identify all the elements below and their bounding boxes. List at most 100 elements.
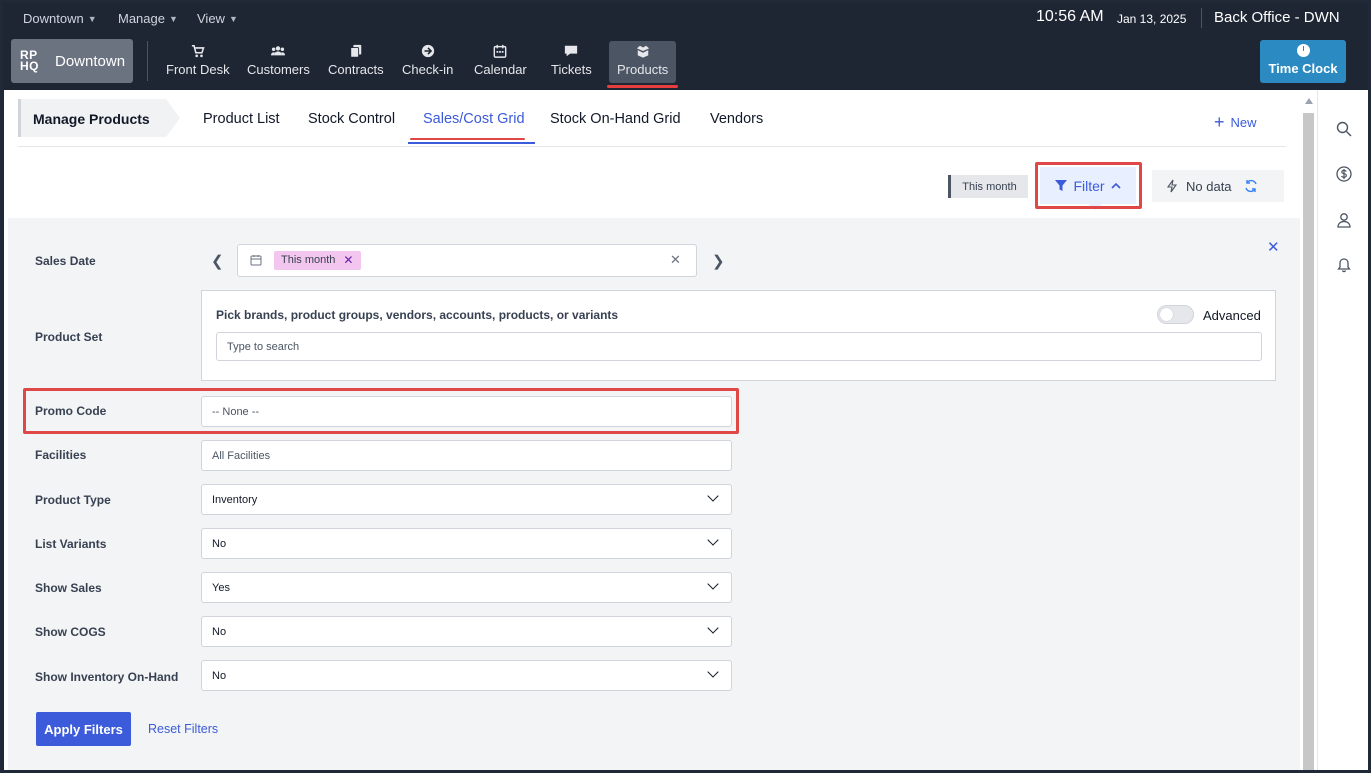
nav-calendar-label: Calendar <box>474 62 527 77</box>
header-divider <box>18 146 1286 147</box>
user-icon[interactable] <box>1336 212 1352 228</box>
chevron-down-icon <box>707 622 719 634</box>
product-set-picker: Pick brands, product groups, vendors, ac… <box>201 290 1276 381</box>
menu-view[interactable]: View ▼ <box>197 11 238 26</box>
tab-stock-on-hand-grid[interactable]: Stock On-Hand Grid <box>550 111 681 127</box>
close-filters-icon[interactable]: ✕ <box>1267 238 1280 256</box>
chevron-down-icon <box>707 666 719 678</box>
show-cogs-label: Show COGS <box>35 625 106 639</box>
documents-icon <box>350 44 362 58</box>
refresh-data-button[interactable]: No data <box>1152 170 1284 202</box>
nav-check-in[interactable]: Check-in <box>402 41 453 83</box>
time-clock-label: Time Clock <box>1268 61 1338 76</box>
cart-icon <box>191 44 205 58</box>
show-inventory-select[interactable]: No <box>201 660 732 691</box>
app-window: Downtown ▼ Manage ▼ View ▼ 10:56 AM Jan … <box>3 3 1368 770</box>
chevron-down-icon <box>707 490 719 502</box>
previous-period-icon[interactable]: ❮ <box>211 252 224 270</box>
nav-calendar[interactable]: Calendar <box>474 41 527 83</box>
users-icon <box>271 46 286 56</box>
product-set-title: Pick brands, product groups, vendors, ac… <box>216 308 619 322</box>
tab-vendors[interactable]: Vendors <box>710 111 763 127</box>
bell-icon[interactable] <box>1336 257 1352 273</box>
page-title-tag: Manage Products <box>18 99 186 137</box>
nav-check-in-label: Check-in <box>402 62 454 77</box>
content-scrollbar-thumb[interactable] <box>1303 113 1314 770</box>
no-data-label: No data <box>1186 178 1232 194</box>
right-rail <box>1317 90 1368 770</box>
page-title: Manage Products <box>33 111 150 127</box>
next-period-icon[interactable]: ❯ <box>712 252 725 270</box>
show-sales-select[interactable]: Yes <box>201 572 732 603</box>
search-icon[interactable] <box>1336 121 1352 137</box>
dollar-icon[interactable] <box>1336 166 1352 182</box>
facilities-field[interactable]: All Facilities <box>201 440 732 471</box>
nav-tickets[interactable]: Tickets <box>551 41 592 83</box>
tab-stock-control[interactable]: Stock Control <box>308 111 395 127</box>
clock-time: 10:56 AM <box>1036 8 1104 25</box>
menu-manage[interactable]: Manage ▼ <box>118 11 178 26</box>
active-nav-underline <box>607 85 679 88</box>
show-inventory-value: No <box>212 669 227 682</box>
sales-date-label: Sales Date <box>35 254 96 268</box>
filter-panel: ✕ Sales Date ❮ This month ✕ ✕ ❯ Product … <box>8 218 1300 770</box>
chevron-down-icon: ▼ <box>87 13 97 24</box>
date-chip-label: This month <box>281 254 336 266</box>
product-type-select[interactable]: Inventory <box>201 484 732 515</box>
office-selector[interactable]: Back Office - DWN <box>1214 9 1340 26</box>
product-type-label: Product Type <box>35 493 111 507</box>
location-switcher[interactable]: RP HQ Downtown <box>11 39 133 83</box>
chevron-down-icon: ▼ <box>228 13 238 24</box>
menu-view-label: View <box>197 11 225 26</box>
date-range-chip: This month ✕ <box>274 251 362 270</box>
active-tab-underline <box>408 142 535 144</box>
clear-date-icon[interactable]: ✕ <box>670 252 681 268</box>
refresh-icon <box>1244 179 1257 193</box>
remove-chip-icon[interactable]: ✕ <box>343 251 353 270</box>
filter-highlight-box <box>1035 162 1142 209</box>
product-type-value: Inventory <box>212 493 258 506</box>
time-clock-button[interactable]: Time Clock <box>1260 40 1346 83</box>
nav-front-desk-label: Front Desk <box>166 62 230 77</box>
reset-filters-link[interactable]: Reset Filters <box>148 722 218 736</box>
tab-highlight-mark <box>410 138 525 140</box>
calendar-icon <box>493 44 507 58</box>
new-product-button[interactable]: + New <box>1214 112 1257 132</box>
logo-line-2: HQ <box>20 59 39 73</box>
clock-icon <box>1296 44 1310 57</box>
nav-contracts[interactable]: Contracts <box>328 41 384 83</box>
facilities-label: Facilities <box>35 448 87 462</box>
plus-icon: + <box>1214 112 1225 132</box>
top-menu-bar: Downtown ▼ Manage ▼ View ▼ 10:56 AM Jan … <box>3 3 1368 33</box>
menu-manage-label: Manage <box>118 11 165 26</box>
main-content: Manage Products Product List Stock Contr… <box>4 90 1300 770</box>
nav-contracts-label: Contracts <box>328 62 384 77</box>
nav-customers[interactable]: Customers <box>247 41 310 83</box>
product-set-label: Product Set <box>35 330 103 344</box>
new-button-label: New <box>1230 115 1257 130</box>
sales-date-field[interactable]: This month ✕ ✕ <box>237 244 697 277</box>
apply-filters-button[interactable]: Apply Filters <box>36 712 131 746</box>
nav-products-label: Products <box>617 62 669 77</box>
chevron-down-icon <box>707 578 719 590</box>
tab-product-list[interactable]: Product List <box>203 111 280 127</box>
nav-products[interactable]: Products <box>607 41 679 88</box>
menu-downtown[interactable]: Downtown ▼ <box>23 11 97 26</box>
lightning-icon <box>1166 179 1178 193</box>
toggle-knob <box>1160 308 1173 321</box>
nav-customers-label: Customers <box>247 62 310 77</box>
period-pill: This month <box>948 175 1028 198</box>
arrow-circle-icon <box>421 44 434 58</box>
list-variants-value: No <box>212 537 227 550</box>
advanced-toggle[interactable] <box>1157 305 1194 324</box>
clock-date: Jan 13, 2025 <box>1117 12 1187 26</box>
calendar-icon <box>250 255 262 266</box>
nav-tickets-label: Tickets <box>551 62 592 77</box>
show-cogs-select[interactable]: No <box>201 616 732 647</box>
list-variants-select[interactable]: No <box>201 528 732 559</box>
tab-sales-cost-grid[interactable]: Sales/Cost Grid <box>423 111 525 127</box>
scroll-up-icon[interactable] <box>1305 98 1313 104</box>
menu-divider <box>1201 8 1202 28</box>
product-set-search-input[interactable]: Type to search <box>216 332 1262 361</box>
nav-front-desk[interactable]: Front Desk <box>166 41 230 83</box>
